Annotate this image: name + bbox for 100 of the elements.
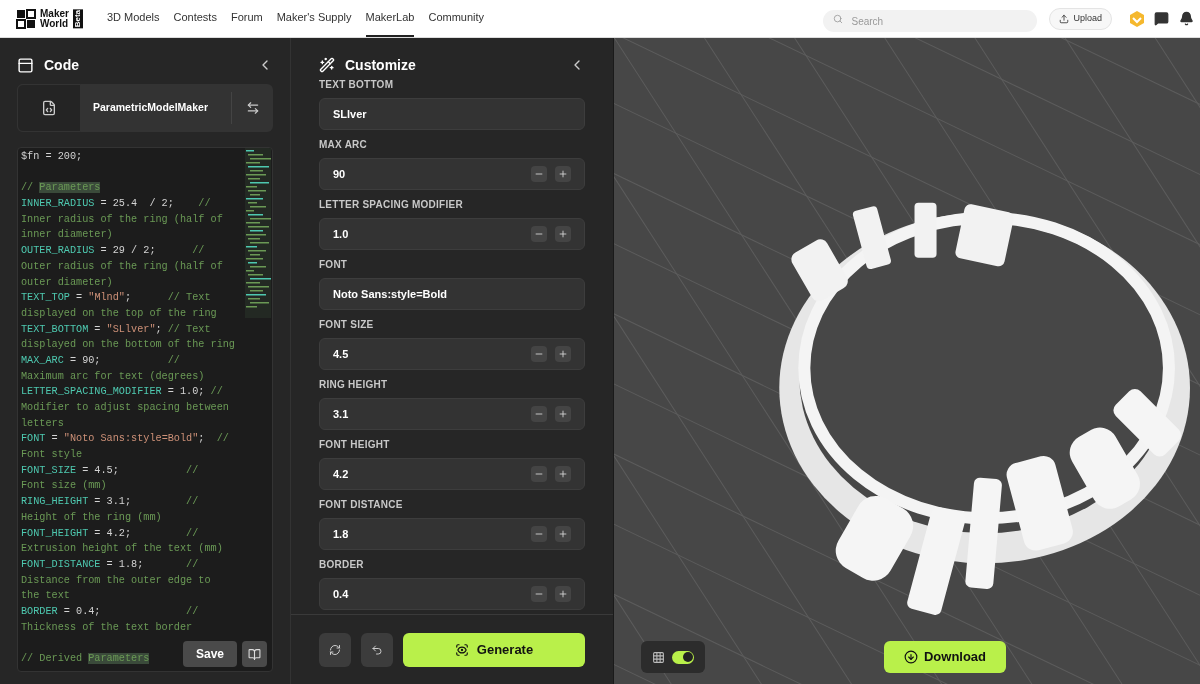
code-line: Modifier to adjust spacing between — [21, 401, 230, 415]
code-line: TEXT_TOP = "Mlnd"; // Text — [21, 291, 212, 306]
nav-link[interactable]: Community — [428, 0, 485, 37]
code-line: INNER_RADIUS = 25.4 / 2; // — [21, 197, 212, 212]
field-label: TEXT BOTTOM — [319, 79, 395, 91]
field-label: FONT — [319, 259, 349, 271]
plus-button[interactable] — [555, 226, 571, 242]
plus-button[interactable] — [555, 586, 571, 602]
field-label: FONT HEIGHT — [319, 439, 391, 451]
code-line: outer diameter) — [21, 275, 114, 290]
plus-button[interactable] — [555, 466, 571, 482]
code-line: displayed on the bottom of the ring — [21, 338, 236, 353]
download-button[interactable]: Download — [884, 641, 1006, 673]
save-button[interactable]: Save — [183, 641, 237, 667]
grid-toggle[interactable] — [672, 650, 694, 664]
book-icon — [248, 647, 261, 661]
grid-icon[interactable] — [652, 650, 665, 664]
number-field[interactable]: 1.0 — [319, 218, 585, 250]
generate-button[interactable]: Generate — [403, 632, 585, 667]
number-field[interactable]: 90 — [319, 158, 585, 190]
beta-badge: Beta — [72, 8, 83, 29]
code-line: the text — [21, 589, 71, 604]
field-label: FONT DISTANCE — [319, 499, 404, 511]
code-line: Outer radius of the ring (half of — [21, 259, 224, 274]
code-line: OUTER_RADIUS = 29 / 2; // — [21, 244, 206, 259]
bell-icon[interactable] — [1179, 11, 1194, 26]
minus-button[interactable] — [531, 586, 547, 602]
number-field[interactable]: 1.8 — [319, 518, 585, 550]
minus-button[interactable] — [531, 406, 547, 422]
code-line: MAX_ARC = 90; // — [21, 353, 181, 368]
plus-icon — [558, 589, 568, 599]
code-line: Maximum arc for text (degrees) — [21, 369, 206, 384]
code-line: $fn = 200; — [21, 150, 84, 164]
minus-button[interactable] — [531, 526, 547, 542]
minus-button[interactable] — [531, 466, 547, 482]
plus-icon — [558, 469, 568, 479]
logo-text: Maker — [40, 8, 69, 19]
code-line: // Parameters — [21, 181, 102, 196]
field-label: MAX ARC — [319, 139, 369, 151]
plus-button[interactable] — [555, 346, 571, 362]
swap-icon[interactable] — [245, 101, 260, 115]
code-line: letters — [21, 416, 65, 431]
number-field[interactable]: 4.5 — [319, 338, 585, 370]
hexagon-badge-icon[interactable] — [1128, 9, 1146, 28]
code-editor[interactable] — [17, 147, 273, 672]
nav-link[interactable]: Contests — [173, 0, 217, 37]
eye-scan-icon — [454, 642, 469, 657]
field-label: FONT SIZE — [319, 319, 375, 331]
plus-button[interactable] — [555, 406, 571, 422]
upload-button[interactable]: Upload — [1049, 7, 1112, 30]
minus-button[interactable] — [531, 226, 547, 242]
number-field[interactable]: 0.4 — [319, 578, 585, 610]
field-label: BORDER — [319, 559, 365, 571]
docs-button[interactable] — [242, 641, 267, 667]
code-line: FONT_SIZE = 4.5; // — [21, 463, 200, 478]
minus-button[interactable] — [531, 346, 547, 362]
code-window-icon — [17, 56, 34, 74]
field-label: RING HEIGHT — [319, 379, 389, 391]
field-label: LETTER SPACING MODIFIER — [319, 199, 464, 211]
panel-title: Code — [44, 55, 80, 75]
code-line: Distance from the outer edge to — [21, 573, 212, 588]
plus-icon — [558, 409, 568, 419]
plus-icon — [558, 169, 568, 179]
plus-icon — [558, 349, 568, 359]
plus-icon — [558, 229, 568, 239]
undo-button[interactable] — [361, 632, 393, 667]
file-card[interactable]: ParametricModelMaker — [17, 84, 273, 132]
minus-button[interactable] — [531, 166, 547, 182]
code-line: Thickness of the text border — [21, 620, 194, 635]
nav-link[interactable]: Maker's Supply — [276, 0, 352, 37]
text-field[interactable]: SLlver — [319, 98, 585, 130]
code-line: FONT_DISTANCE = 1.8; // — [21, 557, 200, 572]
plus-button[interactable] — [555, 166, 571, 182]
code-line: inner diameter) — [21, 228, 114, 243]
plus-button[interactable] — [555, 526, 571, 542]
code-line: TEXT_BOTTOM = "SLlver"; // Text — [21, 322, 212, 337]
number-field[interactable]: 3.1 — [319, 398, 585, 430]
undo-icon — [371, 643, 383, 656]
refresh-icon — [329, 643, 341, 656]
upload-icon — [1059, 13, 1070, 24]
code-line: Inner radius of the ring (half of — [21, 212, 224, 227]
refresh-button[interactable] — [319, 632, 351, 667]
code-line: FONT = "Noto Sans:style=Bold"; // — [21, 432, 230, 447]
download-icon — [903, 650, 918, 664]
text-field[interactable]: Noto Sans:style=Bold — [319, 278, 585, 310]
nav-link[interactable]: 3D Models — [106, 0, 160, 37]
code-line: Font style — [21, 448, 84, 463]
code-line: Height of the ring (mm) — [21, 510, 163, 525]
number-field[interactable]: 4.2 — [319, 458, 585, 490]
code-line: RING_HEIGHT = 3.1; // — [21, 495, 200, 510]
code-line: LETTER_SPACING_MODIFIER = 1.0; // — [21, 385, 224, 400]
code-line: Extrusion height of the text (mm) — [21, 542, 224, 557]
code-line: displayed on the top of the ring — [21, 306, 218, 321]
code-file-icon — [41, 100, 57, 116]
chat-icon[interactable] — [1154, 11, 1169, 26]
search-field[interactable]: Search — [823, 10, 1038, 32]
magic-wand-icon — [319, 57, 335, 73]
search-icon — [833, 13, 844, 24]
cubes-logo-icon[interactable] — [16, 8, 36, 29]
nav-link[interactable]: Forum — [230, 0, 263, 37]
